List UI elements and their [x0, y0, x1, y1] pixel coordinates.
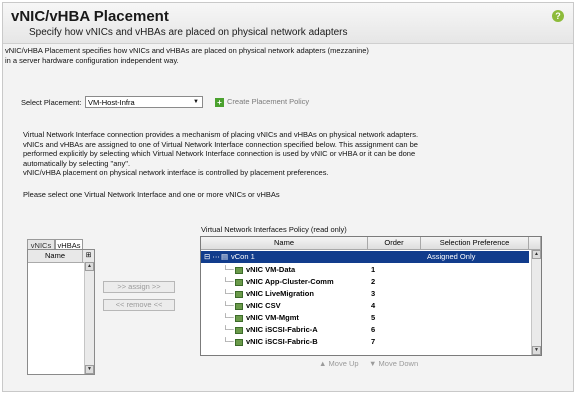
- vnic-order: 1: [371, 265, 376, 274]
- table-row[interactable]: └─ vNIC iSCSI-Fabric-B 7: [201, 336, 529, 348]
- move-up-button[interactable]: ▲ Move Up: [319, 359, 359, 368]
- selection-preference-column-header[interactable]: Selection Preference: [421, 237, 529, 250]
- tree-connector: └─: [223, 277, 234, 286]
- vnic-name: vNIC VM-Mgmt: [235, 312, 299, 324]
- list-scrollbar[interactable]: ▲ ▼: [84, 262, 94, 374]
- scroll-down-icon[interactable]: ▼: [532, 346, 541, 355]
- vnic-icon: [235, 278, 243, 286]
- vnic-icon: [235, 314, 243, 322]
- remove-button[interactable]: << remove <<: [103, 299, 175, 311]
- select-placement-label: Select Placement:: [21, 98, 82, 107]
- page-title: vNIC/vHBA Placement: [11, 8, 169, 25]
- vnic-order: 4: [371, 301, 376, 310]
- vnic-name: vNIC iSCSI-Fabric-A: [235, 324, 318, 336]
- table-row[interactable]: └─ vNIC LiveMigration 3: [201, 288, 529, 300]
- page-subtitle: Specify how vNICs and vHBAs are placed o…: [29, 27, 348, 38]
- info-line: vNICs and vHBAs are assigned to one of V…: [23, 139, 418, 149]
- tree-connector: └─: [223, 313, 234, 322]
- scroll-up-icon[interactable]: ▲: [85, 262, 94, 271]
- vhba-list[interactable]: Name ⊞ ▲ ▼: [27, 249, 95, 375]
- table-row[interactable]: └─ vNIC App-Cluster-Comm 2: [201, 276, 529, 288]
- info-line: performed explicitly by selecting which …: [23, 149, 416, 159]
- tree-connector: └─: [223, 337, 234, 346]
- description-line: vNIC/vHBA Placement specifies how vNICs …: [5, 46, 369, 55]
- header-corner: [529, 237, 541, 250]
- plus-icon: +: [215, 97, 224, 107]
- vcon-preference: Assigned Only: [427, 252, 476, 261]
- vnic-order: 5: [371, 313, 376, 322]
- vnic-icon: [235, 266, 243, 274]
- move-down-icon: ▼: [369, 359, 377, 368]
- move-up-label: Move Up: [328, 359, 359, 368]
- tree-connector: └─: [223, 289, 234, 298]
- info-line: Virtual Network Interface connection pro…: [23, 130, 419, 139]
- vnic-icon: [235, 302, 243, 310]
- move-up-icon: ▲: [319, 359, 327, 368]
- instruction-text: Please select one Virtual Network Interf…: [23, 190, 280, 199]
- placement-select[interactable]: VM-Host-Infra ▼: [85, 96, 203, 108]
- placement-select-value: VM-Host-Infra: [88, 98, 135, 107]
- name-column-header[interactable]: Name: [28, 250, 83, 263]
- tree-connector: └─: [223, 265, 234, 274]
- vnic-name: vNIC LiveMigration: [235, 288, 314, 300]
- assign-button[interactable]: >> assign >>: [103, 281, 175, 293]
- vcon-name: vCon 1: [231, 252, 255, 261]
- vnic-icon: [235, 326, 243, 334]
- vnic-name: vNIC App-Cluster-Comm: [235, 276, 334, 288]
- scroll-up-icon[interactable]: ▲: [532, 250, 541, 259]
- policy-table-title: Virtual Network Interfaces Policy (read …: [201, 225, 347, 234]
- info-text: Virtual Network Interface connection pro…: [23, 130, 453, 178]
- collapse-icon[interactable]: ⊟ ⋯: [204, 251, 220, 263]
- table-scrollbar[interactable]: ▲ ▼: [531, 250, 541, 355]
- vnic-name: vNIC CSV: [235, 300, 281, 312]
- table-row[interactable]: └─ vNIC CSV 4: [201, 300, 529, 312]
- name-column-header[interactable]: Name: [201, 237, 368, 250]
- move-down-label: Move Down: [378, 359, 419, 368]
- create-placement-policy-link[interactable]: + Create Placement Policy: [215, 96, 309, 108]
- policy-table: Name Order Selection Preference ⊟ ⋯ ▤ vC…: [200, 236, 542, 356]
- vnic-order: 7: [371, 337, 376, 346]
- tree-connector: └─: [223, 325, 234, 334]
- info-line: vNIC/vHBA placement on physical network …: [23, 168, 329, 178]
- table-row[interactable]: └─ vNIC VM-Mgmt 5: [201, 312, 529, 324]
- vnic-order: 2: [371, 277, 376, 286]
- page-header: vNIC/vHBA Placement Specify how vNICs an…: [3, 3, 573, 44]
- description: vNIC/vHBA Placement specifies how vNICs …: [5, 46, 445, 66]
- table-row[interactable]: └─ vNIC iSCSI-Fabric-A 6: [201, 324, 529, 336]
- placement-page: vNIC/vHBA Placement Specify how vNICs an…: [2, 2, 574, 392]
- create-placement-policy-label: Create Placement Policy: [227, 97, 310, 106]
- vnic-order: 3: [371, 289, 376, 298]
- vnic-name: vNIC VM-Data: [235, 264, 295, 276]
- vnic-order: 6: [371, 325, 376, 334]
- help-icon[interactable]: ?: [552, 10, 564, 22]
- vcon-row[interactable]: ⊟ ⋯ ▤ vCon 1 Assigned Only: [201, 251, 529, 263]
- info-line: automatically by selecting "any".: [23, 158, 131, 168]
- vnic-name: vNIC iSCSI-Fabric-B: [235, 336, 318, 348]
- table-row[interactable]: └─ vNIC VM-Data 1: [201, 264, 529, 276]
- vnic-icon: [235, 338, 243, 346]
- move-down-button[interactable]: ▼ Move Down: [369, 359, 418, 368]
- tree-connector: └─: [223, 301, 234, 310]
- description-line: in a server hardware configuration indep…: [5, 56, 179, 65]
- order-column-header[interactable]: Order: [368, 237, 421, 250]
- vcon-icon: ▤: [221, 252, 229, 261]
- vnic-icon: [235, 290, 243, 298]
- scroll-down-icon[interactable]: ▼: [85, 365, 94, 374]
- dropdown-arrow-icon[interactable]: ▼: [190, 97, 202, 107]
